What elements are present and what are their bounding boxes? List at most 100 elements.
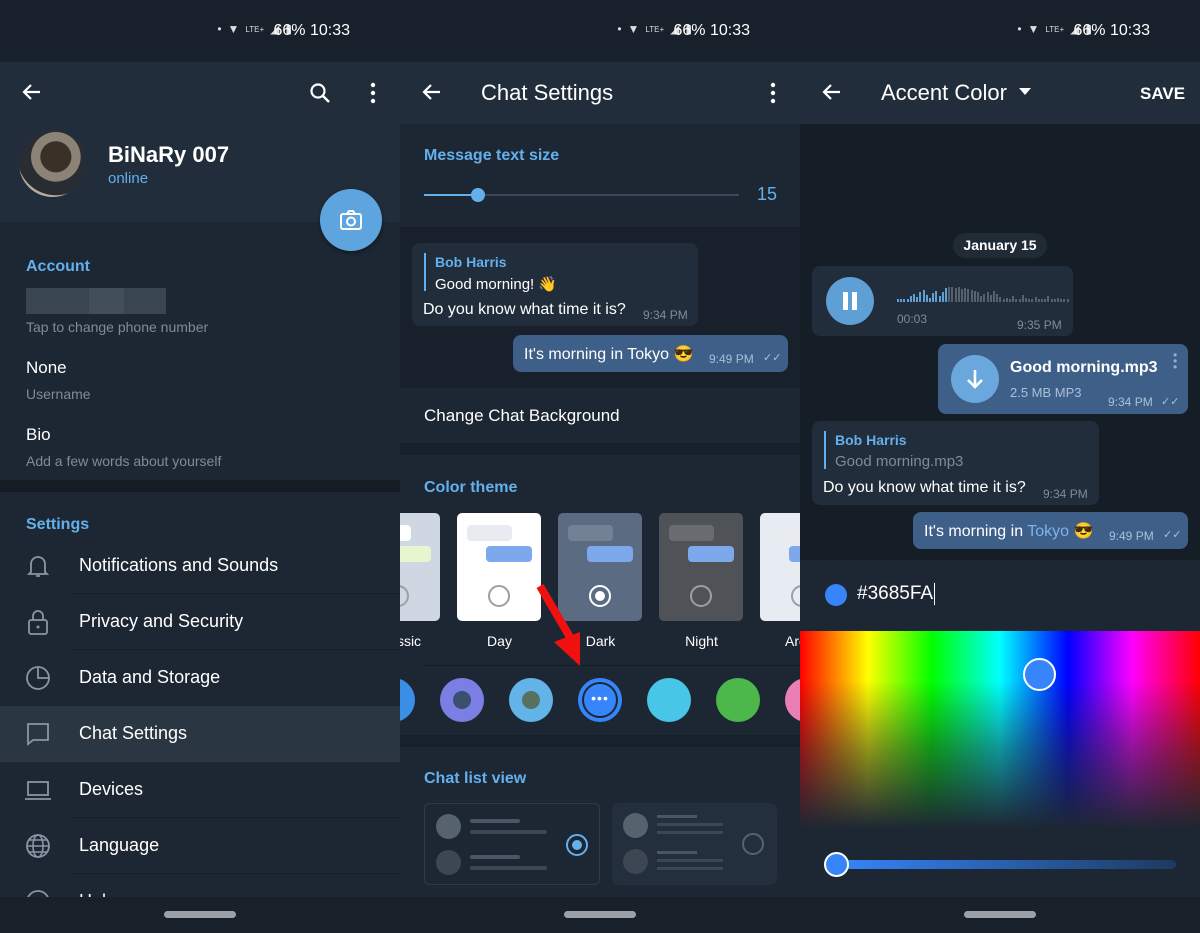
download-arrow-icon xyxy=(967,370,983,389)
accent-color-option[interactable] xyxy=(509,678,553,722)
waveform-bar xyxy=(1044,299,1047,302)
waveform-bar xyxy=(1015,299,1018,302)
more-menu-button[interactable] xyxy=(363,81,383,105)
theme-card-night[interactable] xyxy=(659,513,743,621)
waveform-bar xyxy=(993,291,995,302)
theme-radio[interactable] xyxy=(589,585,611,607)
hue-saturation-field[interactable] xyxy=(800,631,1200,829)
theme-card-classic[interactable] xyxy=(400,513,440,621)
settings-item-notifications[interactable]: Notifications and Sounds xyxy=(0,538,400,594)
waveform-bar xyxy=(961,289,963,302)
settings-item-privacy[interactable]: Privacy and Security xyxy=(0,594,400,650)
screen-title[interactable]: Accent Color xyxy=(881,80,1007,106)
home-gesture-handle[interactable] xyxy=(564,911,636,918)
settings-item-data[interactable]: Data and Storage xyxy=(0,650,400,706)
preview-incoming-bubble: Bob Harris Good morning! 👋 Do you know w… xyxy=(412,243,698,326)
red-arrow-annotation xyxy=(536,583,580,666)
button-label: Change Chat Background xyxy=(424,406,620,425)
pause-button[interactable] xyxy=(826,277,874,325)
avatar[interactable] xyxy=(19,130,86,197)
theme-card-day[interactable] xyxy=(457,513,541,621)
message-time: 9:35 PM xyxy=(1017,318,1062,332)
back-button[interactable] xyxy=(20,80,44,104)
radio-unselected[interactable] xyxy=(742,833,764,855)
clock: 10:33 xyxy=(309,22,350,39)
waveform-bar xyxy=(938,296,941,302)
theme-radio[interactable] xyxy=(400,585,409,607)
chat-settings-screen: • ▼ LTE+ ◢ ▮ 66% 10:33 Chat Settings Message… xyxy=(400,0,800,933)
bio-value[interactable]: Bio xyxy=(26,425,51,445)
settings-item-language[interactable]: Language xyxy=(0,818,400,874)
waveform-bar xyxy=(945,288,947,302)
link-tokyo[interactable]: Tokyo xyxy=(1027,523,1069,540)
accent-color-option[interactable]: ••• xyxy=(578,678,622,722)
download-button[interactable] xyxy=(951,355,999,403)
waveform-bar xyxy=(1018,299,1021,302)
item-label: Devices xyxy=(79,779,144,799)
radio-selected[interactable] xyxy=(566,834,588,856)
accent-color-option[interactable] xyxy=(440,678,484,722)
home-gesture-handle[interactable] xyxy=(164,911,236,918)
message-time: 9:34 PM xyxy=(1043,487,1088,501)
chat-list-three-line-option[interactable] xyxy=(612,803,777,885)
text-size-label: Message text size xyxy=(424,147,560,164)
waveform-bar xyxy=(1053,299,1056,302)
file-message-bubble: Good morning.mp3 2.5 MB MP3 9:34 PM ✓✓ •… xyxy=(938,344,1188,414)
dropdown-caret-icon[interactable] xyxy=(1019,88,1031,96)
message-text: Do you know what time it is? xyxy=(423,301,626,318)
brightness-slider[interactable] xyxy=(824,852,1176,877)
camera-icon xyxy=(340,210,362,230)
date-pill: January 15 xyxy=(953,233,1047,258)
text-size-slider[interactable] xyxy=(424,188,739,202)
settings-item-chat[interactable]: Chat Settings xyxy=(0,706,400,762)
waveform-bar xyxy=(983,294,986,302)
change-chat-background-button[interactable]: Change Chat Background xyxy=(400,388,800,443)
message-time: 9:49 PM xyxy=(709,352,754,366)
status-bar: • ▼ LTE+ ◢ ▮ 66% 10:33 xyxy=(400,0,800,62)
save-button[interactable]: SAVE xyxy=(1140,84,1185,104)
waveform-bar xyxy=(941,292,944,302)
color-preview-swatch xyxy=(825,584,847,606)
wifi-icon: ▼ xyxy=(627,22,640,36)
more-menu-button[interactable] xyxy=(763,81,783,105)
accent-color-option[interactable] xyxy=(716,678,760,722)
waveform[interactable] xyxy=(897,284,1072,302)
phone-number-blurred[interactable] xyxy=(26,288,166,314)
waveform-bar xyxy=(1021,295,1024,302)
file-menu-icon[interactable]: • • • xyxy=(1173,349,1177,373)
slider-thumb[interactable] xyxy=(824,852,849,877)
theme-label: Classic xyxy=(400,633,422,649)
waveform-bar xyxy=(903,299,906,302)
waveform-bar xyxy=(1005,298,1008,302)
wifi-icon: ▼ xyxy=(227,22,240,36)
settings-item-devices[interactable]: Devices xyxy=(0,762,400,818)
theme-radio[interactable] xyxy=(488,585,510,607)
accent-color-option[interactable] xyxy=(647,678,691,722)
slider-thumb[interactable] xyxy=(470,188,485,202)
item-label: Chat Settings xyxy=(79,723,188,743)
set-photo-button[interactable] xyxy=(320,189,382,251)
chat-list-two-line-option[interactable] xyxy=(424,803,600,885)
reply-text: Good morning! 👋 xyxy=(435,276,558,293)
theme-radio[interactable] xyxy=(690,585,712,607)
reply-sender: Bob Harris xyxy=(835,432,907,448)
waveform-bar xyxy=(929,298,931,302)
double-check-icon: ✓✓ xyxy=(1161,396,1180,408)
back-button[interactable] xyxy=(820,80,844,104)
username-value[interactable]: None xyxy=(26,358,67,378)
waveform-bar xyxy=(948,287,951,302)
theme-radio[interactable] xyxy=(791,585,800,607)
waveform-bar xyxy=(970,290,973,302)
phone-hint: Tap to change phone number xyxy=(26,319,209,335)
home-gesture-handle[interactable] xyxy=(964,911,1036,918)
battery-level: 66% xyxy=(273,22,306,39)
theme-card-arctic[interactable] xyxy=(760,513,800,621)
text-size-value: 15 xyxy=(757,184,778,204)
waveform-bar xyxy=(986,292,989,302)
account-section-header: Account xyxy=(26,258,90,275)
back-button[interactable] xyxy=(420,80,444,104)
hex-color-input[interactable]: #3685FA xyxy=(857,583,936,605)
color-picker-handle[interactable] xyxy=(1023,658,1056,691)
search-button[interactable] xyxy=(308,81,332,105)
waveform-bar xyxy=(922,290,925,302)
